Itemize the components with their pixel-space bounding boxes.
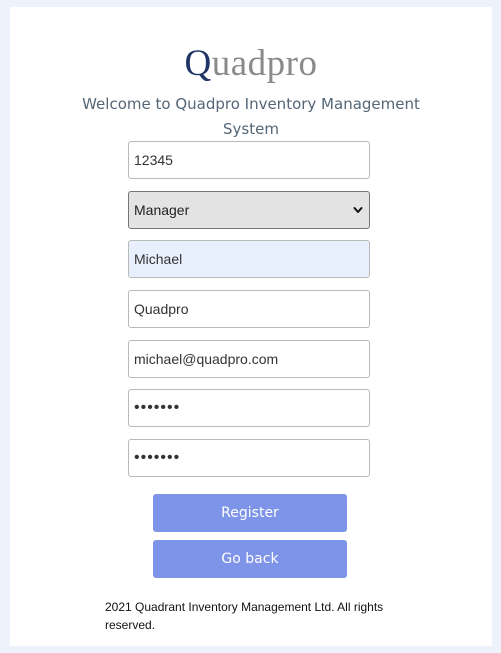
password-field[interactable] [128, 389, 370, 427]
welcome-heading: Welcome to Quadpro Inventory Management … [82, 95, 420, 138]
go-back-button[interactable]: Go back [153, 540, 347, 578]
company-field[interactable] [128, 290, 370, 328]
footer-copyright: 2021 Quadrant Inventory Management Ltd. … [105, 600, 384, 632]
brand-logo-initial: Q [184, 43, 212, 84]
role-select-value: Manager [134, 202, 190, 218]
brand-logo: Quadpro [10, 42, 492, 86]
employee-id-field[interactable] [128, 141, 370, 179]
confirm-password-field[interactable] [128, 439, 370, 477]
register-button[interactable]: Register [153, 494, 347, 532]
registration-card: Quadpro Welcome to Quadpro Inventory Man… [10, 7, 492, 646]
email-field[interactable] [128, 340, 370, 378]
chevron-down-icon [353, 207, 363, 213]
name-field[interactable] [128, 240, 370, 278]
role-select[interactable]: Manager [128, 191, 370, 229]
brand-logo-text: uadpro [211, 43, 318, 84]
